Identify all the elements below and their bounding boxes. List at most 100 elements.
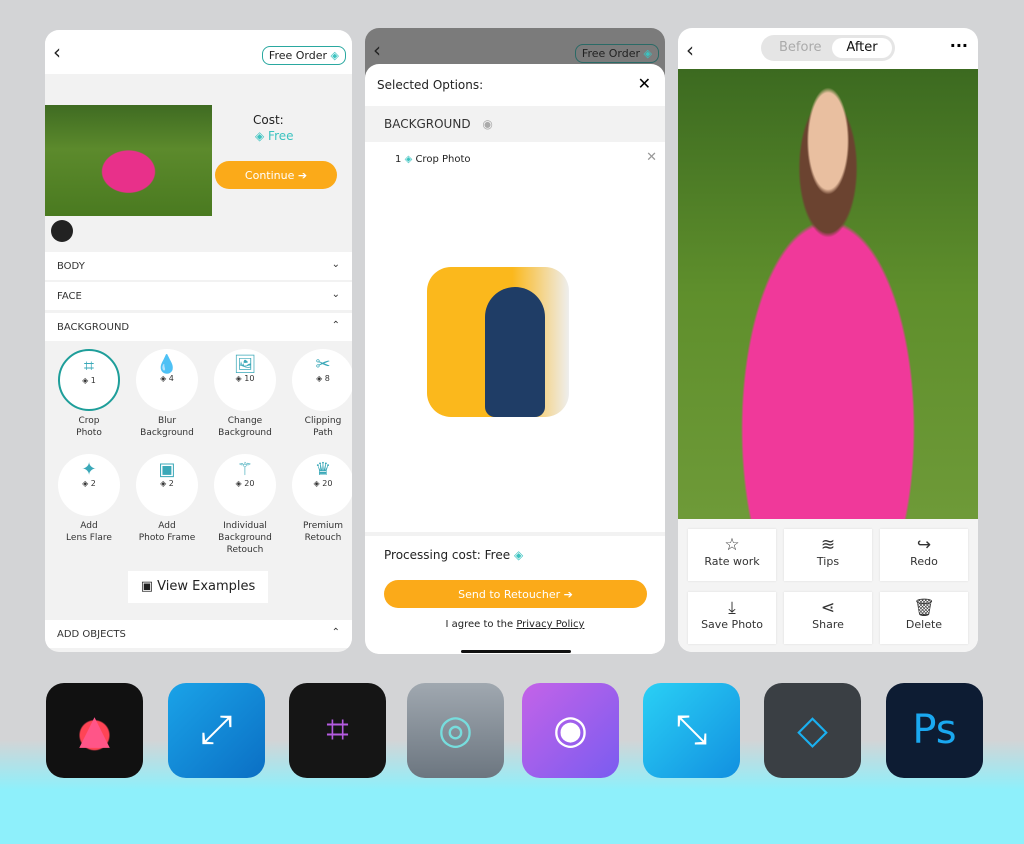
section-face[interactable]: FACE ⌄ <box>45 282 352 310</box>
option-image[interactable]: 🖼 ◈ 10 Change Background <box>206 349 284 439</box>
cost-number: 2 <box>168 479 174 488</box>
crop-icon: ⌗ <box>83 356 95 377</box>
option-circle[interactable]: ▣ ◈ 2 <box>136 454 198 516</box>
crop-app-icon[interactable]: ⌗ <box>289 683 386 778</box>
coins-icon: ≋ <box>820 535 836 555</box>
close-icon[interactable]: ✕ <box>638 74 651 93</box>
option-label: Crop <box>78 416 100 426</box>
tool-label: Redo <box>910 555 938 568</box>
result-screen: ‹ Before After ··· ☆ Rate work ≋ Tips ↪ Redo ⤓… <box>678 28 978 652</box>
save-photo-button[interactable]: ⤓ Save Photo <box>688 592 776 644</box>
option-label: Background <box>218 533 272 543</box>
option-label: Background <box>140 428 194 438</box>
free-order-badge[interactable]: Free Order ◈ <box>261 46 346 65</box>
option-scissors[interactable]: ✂ ◈ 8 Clipping Path <box>284 349 352 439</box>
option-circle[interactable]: ✂ ◈ 8 <box>292 349 352 411</box>
send-to-retoucher-button[interactable]: Send to Retoucher ➔ <box>384 580 647 608</box>
delete-button[interactable]: 🗑 Delete <box>880 592 968 644</box>
continue-button[interactable]: Continue ➔ <box>215 161 337 189</box>
before-tab[interactable]: Before <box>779 40 822 55</box>
star-icon: ☆ <box>724 535 740 555</box>
crown-icon: ♛ <box>314 459 332 480</box>
wand-icon: ⚚ <box>236 459 254 480</box>
rotate-app-icon[interactable]: ◇ <box>764 683 861 778</box>
option-crown[interactable]: ♛ ◈ 20 Premium Retouch <box>284 454 352 544</box>
option-label: Lens Flare <box>66 533 112 543</box>
photoshop-express-icon[interactable]: Ps <box>886 683 983 778</box>
option-crop[interactable]: ⌗ ◈ 1 Crop Photo <box>50 349 128 439</box>
cost-number: 1 <box>90 376 96 385</box>
after-tab[interactable]: After <box>832 38 892 58</box>
tool-label: Delete <box>905 618 943 631</box>
option-circle[interactable]: 🖼 ◈ 10 <box>214 349 276 411</box>
privacy-policy-link[interactable]: Privacy Policy <box>516 619 584 630</box>
sheet-title: Selected Options: <box>377 78 484 92</box>
more-icon[interactable]: ··· <box>950 36 968 55</box>
option-label: Add <box>158 521 176 531</box>
free-order-badge[interactable]: Free Order ◈ <box>574 44 659 63</box>
option-circle[interactable]: 💧 ◈ 4 <box>136 349 198 411</box>
option-label: Blur <box>157 416 177 426</box>
tool-label: Save Photo <box>701 618 763 631</box>
option-circle[interactable]: ⌗ ◈ 1 <box>58 349 120 411</box>
option-circle[interactable]: ♛ ◈ 20 <box>292 454 352 516</box>
view-examples-label: View Examples <box>157 579 256 594</box>
section-add-objects[interactable]: ADD OBJECTS ⌃ <box>45 620 352 648</box>
download-icon: ⤓ <box>728 598 736 618</box>
tool-label: Share <box>812 618 844 631</box>
option-wand[interactable]: ⚚ ◈ 20 Individual Background Retouch <box>206 454 284 556</box>
blur-icon: 💧 <box>155 354 179 375</box>
agree-text: I agree to the <box>445 619 517 630</box>
dress-figure <box>485 287 545 417</box>
eye-icon[interactable]: ◉ <box>482 117 492 131</box>
cost-label: Cost: <box>253 113 284 127</box>
frame-icon: ▣ <box>158 459 176 480</box>
back-icon[interactable]: ‹ <box>53 40 61 64</box>
before-after-toggle[interactable]: Before After <box>761 35 895 61</box>
tool-label: Rate work <box>704 555 760 568</box>
back-icon[interactable]: ‹ <box>686 38 694 62</box>
cost-number: 8 <box>324 374 330 383</box>
cost-value: ◈ Free <box>255 129 294 143</box>
cost-number: 2 <box>90 479 96 488</box>
result-photo[interactable] <box>678 69 978 519</box>
sparkle-icon: ✦ <box>81 459 97 480</box>
section-label: FACE <box>57 291 82 302</box>
photo-thumbnail[interactable] <box>45 105 212 216</box>
bottom-sheet: Selected Options: ✕ BACKGROUND ◉ 1 ◈ Cro… <box>365 64 665 654</box>
share-button[interactable]: ⋖ Share <box>784 592 872 644</box>
option-blur[interactable]: 💧 ◈ 4 Blur Background <box>128 349 206 439</box>
remove-item-icon[interactable]: ✕ <box>646 150 657 165</box>
resize-icon[interactable]: ⤢ <box>168 683 265 778</box>
option-sparkle[interactable]: ✦ ◈ 2 Add Lens Flare <box>50 454 128 544</box>
image-icon: 🖼 <box>233 354 257 375</box>
scissors-icon: ✂ <box>315 354 331 375</box>
chevron-up-icon: ⌃ <box>331 627 340 638</box>
gallery-icon: ▣ <box>140 579 153 594</box>
section-background[interactable]: BACKGROUND ⌃ <box>45 313 352 341</box>
free-order-label: Free Order <box>581 47 641 60</box>
option-circle[interactable]: ✦ ◈ 2 <box>58 454 120 516</box>
expand-icon[interactable]: ⤡ <box>643 683 740 778</box>
option-cost: ◈ 4 <box>160 374 174 383</box>
back-icon[interactable]: ‹ <box>373 38 381 62</box>
item-label: Crop Photo <box>415 154 471 165</box>
option-label: Add <box>80 521 98 531</box>
trash-icon: 🗑 <box>913 598 935 618</box>
camera-app-icon[interactable]: ◉ <box>522 683 619 778</box>
option-circle[interactable]: ⚚ ◈ 20 <box>214 454 276 516</box>
lens-icon[interactable]: ◎ <box>407 683 504 778</box>
redo-button[interactable]: ↪ Redo <box>880 529 968 581</box>
view-examples-button[interactable]: ▣ View Examples <box>128 571 268 603</box>
option-label: Retouch <box>304 533 342 543</box>
rate-work-button[interactable]: ☆ Rate work <box>688 529 776 581</box>
option-label: Premium <box>302 521 344 531</box>
redo-icon: ↪ <box>916 535 932 555</box>
section-body[interactable]: BODY ⌄ <box>45 252 352 280</box>
adobe-express-icon[interactable]: ▲ <box>46 683 143 778</box>
option-frame[interactable]: ▣ ◈ 2 Add Photo Frame <box>128 454 206 544</box>
tips-button[interactable]: ≋ Tips <box>784 529 872 581</box>
avatar[interactable] <box>51 220 73 242</box>
diamond-icon: ◈ <box>513 548 524 562</box>
processing-cost: Processing cost: Free ◈ <box>384 548 523 562</box>
